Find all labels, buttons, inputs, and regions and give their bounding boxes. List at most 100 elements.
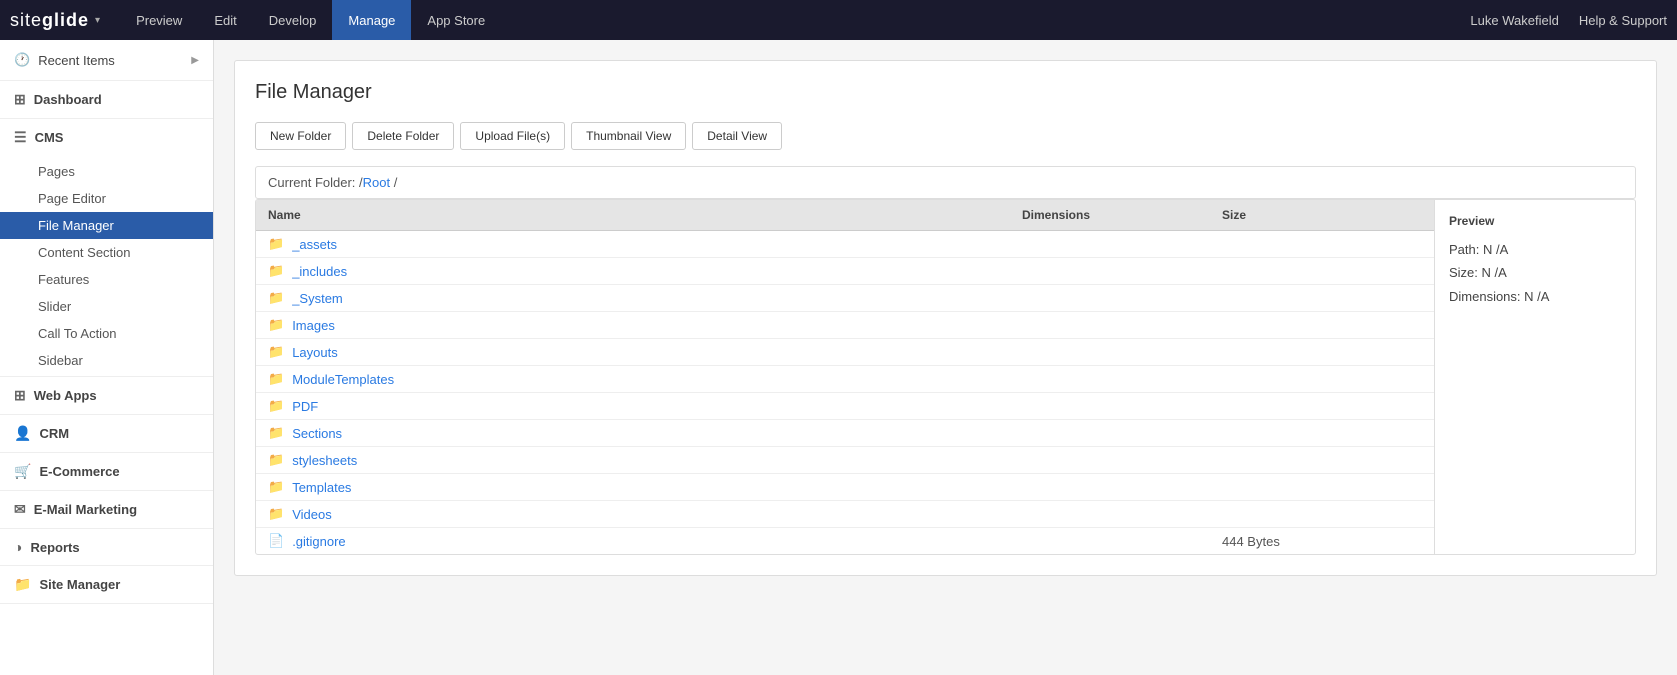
file-size: 444 Bytes (1222, 534, 1422, 549)
table-row[interactable]: 📁 Videos (256, 501, 1434, 528)
content-panel: File Manager New Folder Delete Folder Up… (234, 60, 1657, 576)
sidebar-item-file-manager[interactable]: File Manager (0, 212, 213, 239)
folder-icon: 📁 (268, 371, 284, 387)
nav-preview[interactable]: Preview (120, 0, 198, 40)
col-name: Name (268, 208, 1022, 222)
logo-area: siteglide ▾ (10, 10, 100, 31)
sidebar-section-cms: ☰ CMS Pages Page Editor File Manager Con… (0, 119, 213, 377)
breadcrumb-root-link[interactable]: Root (363, 175, 390, 190)
nav-appstore[interactable]: App Store (411, 0, 501, 40)
dashboard-icon: ⊞ (14, 91, 26, 108)
file-name-label: Videos (292, 507, 332, 522)
toolbar: New Folder Delete Folder Upload File(s) … (255, 122, 1636, 150)
page-title: File Manager (255, 81, 1636, 104)
nav-items: Preview Edit Develop Manage App Store (120, 0, 1470, 40)
folder-icon: 📁 (268, 506, 284, 522)
file-name-label: _assets (292, 237, 337, 252)
table-header: Name Dimensions Size (256, 200, 1434, 231)
table-row[interactable]: 📁PDF (256, 393, 1434, 420)
table-row[interactable]: 📁_System (256, 285, 1434, 312)
sidebar-item-page-editor[interactable]: Page Editor (0, 185, 213, 212)
sidebar-section-reports: ◑ Reports (0, 529, 213, 566)
sidebar-item-call-to-action[interactable]: Call To Action (0, 320, 213, 347)
webapps-icon: ⊞ (14, 387, 26, 404)
sidebar-recent-items[interactable]: 🕐 Recent Items ▶ (0, 40, 213, 81)
webapps-header[interactable]: ⊞ Web Apps (0, 377, 213, 414)
nav-develop[interactable]: Develop (253, 0, 333, 40)
folder-icon: 📁 (268, 425, 284, 441)
nav-help[interactable]: Help & Support (1579, 13, 1667, 28)
folder-icon: 📁 (268, 452, 284, 468)
recent-items-label: Recent Items (38, 53, 115, 68)
detail-view-button[interactable]: Detail View (692, 122, 782, 150)
file-name-label: Sections (292, 426, 342, 441)
ecommerce-icon: 🛒 (14, 463, 31, 480)
col-dimensions: Dimensions (1022, 208, 1222, 222)
reports-label: Reports (30, 540, 79, 555)
site-manager-header[interactable]: 📁 Site Manager (0, 566, 213, 603)
thumbnail-view-button[interactable]: Thumbnail View (571, 122, 686, 150)
site-manager-icon: 📁 (14, 576, 31, 593)
delete-folder-button[interactable]: Delete Folder (352, 122, 454, 150)
file-name-label: Layouts (292, 345, 338, 360)
preview-dimensions: Dimensions: N /A (1449, 285, 1621, 308)
file-name-label: PDF (292, 399, 318, 414)
nav-edit[interactable]: Edit (198, 0, 252, 40)
file-name-label: Templates (292, 480, 351, 495)
crm-header[interactable]: 👤 CRM (0, 415, 213, 452)
file-name-label: stylesheets (292, 453, 357, 468)
breadcrumb-prefix: Current Folder: / (268, 175, 363, 190)
table-row[interactable]: 📁 Layouts (256, 339, 1434, 366)
ecommerce-header[interactable]: 🛒 E-Commerce (0, 453, 213, 490)
preview-info: Path: N /A Size: N /A Dimensions: N /A (1449, 238, 1621, 308)
ecommerce-label: E-Commerce (39, 464, 119, 479)
crm-label: CRM (39, 426, 69, 441)
file-name-label: .gitignore (292, 534, 345, 549)
breadcrumb-suffix: / (390, 175, 397, 190)
table-row[interactable]: 📁Templates (256, 474, 1434, 501)
top-nav: siteglide ▾ Preview Edit Develop Manage … (0, 0, 1677, 40)
sidebar-item-features[interactable]: Features (0, 266, 213, 293)
table-row[interactable]: 📁 stylesheets (256, 447, 1434, 474)
nav-manage[interactable]: Manage (332, 0, 411, 40)
sidebar-item-pages[interactable]: Pages (0, 158, 213, 185)
preview-path: Path: N /A (1449, 238, 1621, 261)
webapps-label: Web Apps (34, 388, 97, 403)
col-size: Size (1222, 208, 1422, 222)
recent-items-left: 🕐 Recent Items (14, 52, 115, 68)
table-row[interactable]: 📁 Sections (256, 420, 1434, 447)
file-list: Name Dimensions Size 📁_assets📁_includes📁… (256, 200, 1435, 554)
file-name-label: Images (292, 318, 335, 333)
layout: 🕐 Recent Items ▶ ⊞ Dashboard ☰ CMS Pages… (0, 40, 1677, 675)
new-folder-button[interactable]: New Folder (255, 122, 346, 150)
sidebar-item-content-section[interactable]: Content Section (0, 239, 213, 266)
file-icon: 📄 (268, 533, 284, 549)
table-row[interactable]: 📁Images (256, 312, 1434, 339)
file-rows: 📁_assets📁_includes📁_System📁Images📁Layout… (256, 231, 1434, 554)
sidebar-item-slider[interactable]: Slider (0, 293, 213, 320)
dashboard-label: Dashboard (34, 92, 102, 107)
email-icon: ✉ (14, 501, 26, 518)
site-manager-label: Site Manager (39, 577, 120, 592)
sidebar-item-sidebar[interactable]: Sidebar (0, 347, 213, 374)
upload-files-button[interactable]: Upload File(s) (460, 122, 565, 150)
nav-user[interactable]: Luke Wakefield (1470, 13, 1558, 28)
folder-icon: 📁 (268, 344, 284, 360)
table-row[interactable]: 📁_assets (256, 231, 1434, 258)
table-row[interactable]: 📁_includes (256, 258, 1434, 285)
table-row[interactable]: 📁ModuleTemplates (256, 366, 1434, 393)
email-label: E-Mail Marketing (34, 502, 137, 517)
nav-dropdown-icon[interactable]: ▾ (95, 15, 100, 26)
dashboard-header[interactable]: ⊞ Dashboard (0, 81, 213, 118)
reports-header[interactable]: ◑ Reports (0, 529, 213, 565)
sidebar-section-email: ✉ E-Mail Marketing (0, 491, 213, 529)
cms-header[interactable]: ☰ CMS (0, 119, 213, 156)
email-header[interactable]: ✉ E-Mail Marketing (0, 491, 213, 528)
file-manager: Name Dimensions Size 📁_assets📁_includes📁… (255, 199, 1636, 555)
sidebar-section-webapps: ⊞ Web Apps (0, 377, 213, 415)
table-row[interactable]: 📄 .gitignore 444 Bytes (256, 528, 1434, 554)
folder-icon: 📁 (268, 263, 284, 279)
sidebar-section-ecommerce: 🛒 E-Commerce (0, 453, 213, 491)
preview-panel: Preview Path: N /A Size: N /A Dimensions… (1435, 200, 1635, 554)
cms-label: CMS (35, 130, 64, 145)
